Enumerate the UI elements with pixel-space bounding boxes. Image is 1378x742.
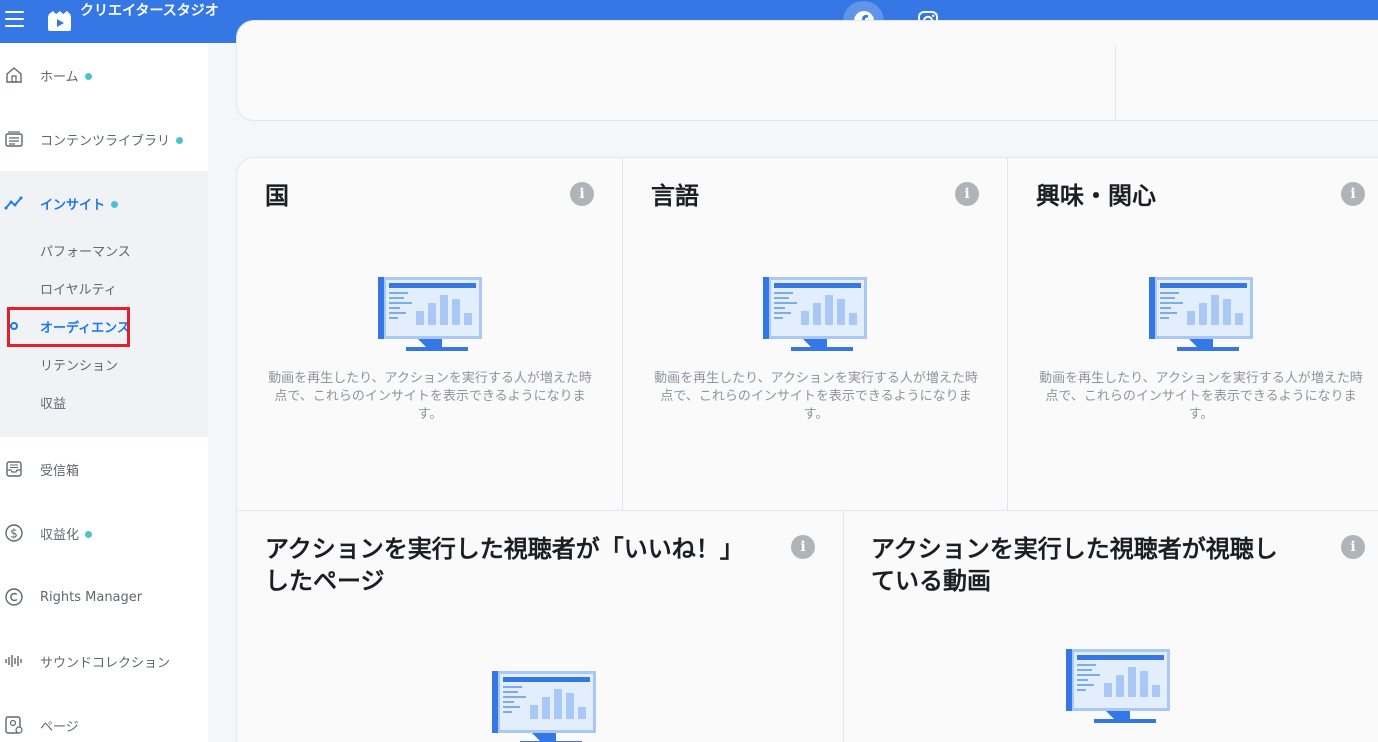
panel-title-interests: 興味・関心	[1036, 182, 1156, 210]
info-icon[interactable]: i	[955, 182, 979, 206]
sidebar-subitem-audience[interactable]: オーディエンス	[40, 317, 130, 336]
empty-state-text: 動画を再生したり、アクションを実行する人が増えた時点で、これらのインサイトを表示…	[654, 371, 978, 422]
panel-title-country: 国	[265, 182, 289, 210]
panel-title-watched-videos: アクションを実行した視聴者が視聴している動画	[871, 535, 1278, 595]
sidebar-item-label: 収益化	[40, 527, 80, 543]
sidebar-item-label: 受信箱	[40, 463, 80, 479]
sidebar-item-label: Rights Manager	[40, 589, 143, 605]
sidebar-subitem-earnings[interactable]: 収益	[40, 393, 66, 412]
sidebar-subitem-retention[interactable]: リテンション	[40, 355, 118, 374]
sidebar-item-rights-manager[interactable]: Rights Manager	[0, 585, 208, 609]
content-library-icon	[5, 131, 23, 147]
empty-state-text: 動画を再生したり、アクションを実行する人が増えた時点で、これらのインサイトを表示…	[1039, 371, 1363, 422]
active-indicator	[10, 322, 18, 330]
sidebar-item-label: コンテンツライブラリ	[40, 133, 171, 149]
sidebar-item-label: ホーム	[40, 69, 79, 85]
notification-dot	[111, 200, 119, 208]
notification-dot	[176, 136, 184, 144]
sidebar-item-sound-collection[interactable]: サウンドコレクション	[0, 649, 208, 673]
sidebar-item-label: インサイト	[40, 197, 106, 213]
divider	[843, 510, 844, 742]
panel-title-liked-pages: アクションを実行した視聴者が「いいね！」したページ	[265, 535, 732, 595]
divider	[622, 158, 623, 510]
notification-dot	[84, 72, 92, 80]
sidebar-item-label: サウンドコレクション	[40, 655, 171, 671]
sidebar-item-insights[interactable]: インサイト	[0, 191, 208, 215]
monitor-chart-icon	[492, 671, 596, 742]
home-icon	[6, 67, 22, 83]
divider	[1115, 45, 1116, 121]
sidebar-item-home[interactable]: ホーム	[0, 63, 208, 87]
info-icon[interactable]: i	[1341, 535, 1365, 559]
svg-text:$: $	[10, 527, 18, 541]
page-settings-icon	[5, 716, 23, 734]
creator-studio-logo-icon	[48, 11, 71, 31]
panel-title-language: 言語	[651, 182, 699, 210]
monitor-chart-icon	[1066, 649, 1170, 723]
sidebar-subitem-loyalty[interactable]: ロイヤルティ	[40, 279, 117, 298]
info-icon[interactable]: i	[570, 182, 594, 206]
empty-state-text: 動画を再生したり、アクションを実行する人が増えた時点で、これらのインサイトを表示…	[268, 371, 592, 422]
sidebar-item-label: ページ	[40, 719, 79, 735]
monitor-chart-icon	[378, 277, 482, 351]
info-icon[interactable]: i	[791, 535, 815, 559]
sidebar-item-content-library[interactable]: コンテンツライブラリ	[0, 127, 208, 151]
sidebar: ホーム コンテンツライブラリ インサイト パフォーマンス ロイヤルティ オーディ…	[0, 43, 208, 742]
sidebar-subitem-performance[interactable]: パフォーマンス	[40, 241, 131, 260]
divider	[237, 510, 1378, 511]
sidebar-item-monetization[interactable]: $ 収益化	[0, 521, 208, 545]
summary-card	[236, 20, 1378, 121]
hamburger-menu-icon[interactable]	[5, 11, 24, 29]
divider	[1007, 158, 1008, 510]
monitor-chart-icon	[763, 277, 867, 351]
sound-wave-icon	[5, 655, 22, 667]
inbox-icon	[6, 461, 22, 477]
app-title: クリエイタースタジオ	[80, 3, 219, 19]
sidebar-item-inbox[interactable]: 受信箱	[0, 457, 208, 481]
insights-icon	[4, 196, 23, 210]
dollar-icon: $	[5, 524, 23, 542]
info-icon[interactable]: i	[1341, 182, 1365, 206]
notification-dot	[85, 530, 93, 538]
monitor-chart-icon	[1149, 277, 1253, 351]
sidebar-item-page[interactable]: ページ	[0, 713, 208, 737]
copyright-icon	[5, 588, 23, 606]
audience-insights-card: 国 i 動画を再生したり、アクションを実行する人が増えた時点で、これらのインサイ…	[236, 157, 1378, 742]
